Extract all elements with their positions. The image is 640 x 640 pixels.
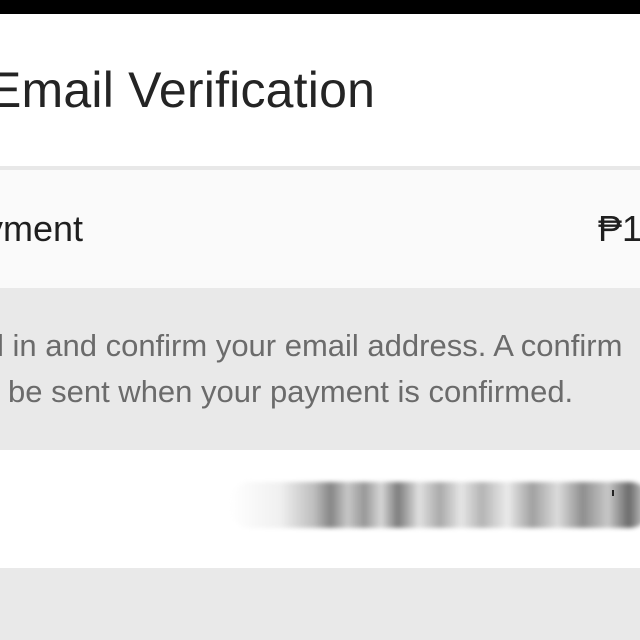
notice-line-1: l in and confirm your email address. A c…	[0, 328, 623, 363]
notice-line-2: be sent when your payment is confirmed.	[8, 374, 574, 409]
bottom-band	[0, 568, 640, 640]
status-bar	[0, 0, 640, 14]
email-notice: l in and confirm your email address. A c…	[0, 288, 640, 450]
payment-amount: ₱1	[598, 208, 640, 249]
page-title: Email Verification	[0, 62, 376, 118]
email-mark	[612, 490, 614, 496]
email-row[interactable]	[0, 450, 640, 568]
email-address-masked	[230, 482, 640, 528]
screen: Email Verification ayment ₱1 l in and co…	[0, 0, 640, 640]
payment-row: ayment ₱1	[0, 170, 640, 288]
payment-label: ayment	[0, 208, 84, 249]
header: Email Verification	[0, 14, 640, 167]
